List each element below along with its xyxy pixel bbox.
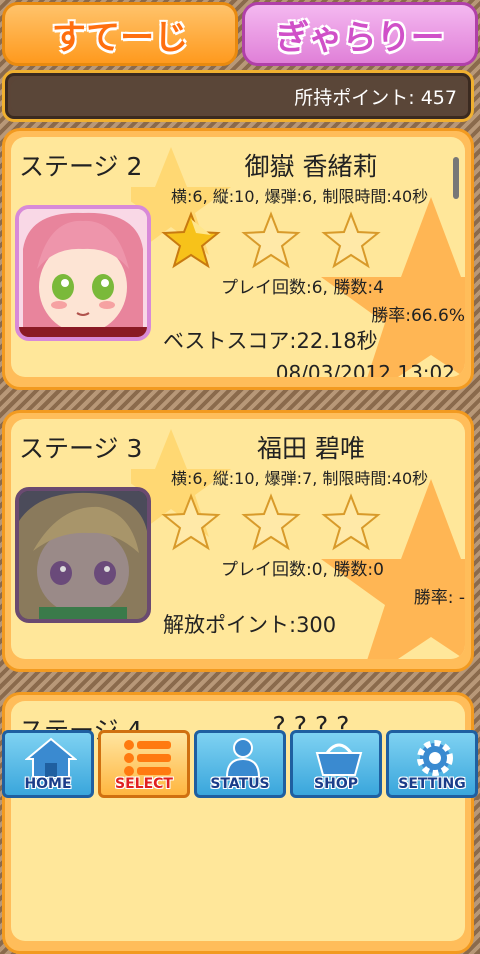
nav-select-label: SELECT <box>115 776 173 792</box>
star-filled-icon <box>161 211 221 269</box>
stage-card-2[interactable]: ステージ 2 御嶽 香緒莉 横:6, 縦:10, 爆弾:6, 制限時間:40秒 … <box>2 128 474 390</box>
star-empty-icon <box>161 493 221 551</box>
portrait-blonde-hair <box>19 491 147 619</box>
character-portrait-locked[interactable] <box>15 487 151 623</box>
nav-shop-label: SHOP <box>314 776 358 792</box>
nav-shop[interactable]: SHOP <box>290 730 382 798</box>
points-text: 所持ポイント: 457 <box>294 86 457 109</box>
tab-gallery[interactable]: ぎゃらりー <box>242 2 478 66</box>
win-rate: 勝率: - <box>413 588 465 608</box>
nav-setting[interactable]: SETTING <box>386 730 478 798</box>
list-icon <box>124 740 171 776</box>
star-empty-icon <box>241 493 301 551</box>
tab-stage[interactable]: すてーじ <box>2 2 238 66</box>
character-name: 御嶽 香緒莉 <box>244 152 378 181</box>
character-portrait[interactable] <box>15 205 151 341</box>
points-bar: 所持ポイント: 457 <box>2 70 474 122</box>
tab-gallery-label: ぎゃらりー <box>275 17 445 58</box>
stage-label: ステージ 3 <box>19 434 143 463</box>
portrait-pink-hair <box>19 209 147 337</box>
nav-select[interactable]: SELECT <box>98 730 190 798</box>
nav-home-label: HOME <box>24 776 72 792</box>
scrollbar[interactable] <box>453 157 459 199</box>
star-rating <box>161 211 461 271</box>
stage-label: ステージ 2 <box>19 152 143 181</box>
stage-rules: 横:6, 縦:10, 爆弾:7, 制限時間:40秒 <box>171 469 429 488</box>
nav-status[interactable]: STATUS <box>194 730 286 798</box>
gear-icon <box>417 740 453 776</box>
cart-icon <box>315 743 363 776</box>
home-icon <box>25 737 77 778</box>
win-rate: 勝率:66.6% <box>371 306 465 326</box>
person-icon <box>225 738 261 778</box>
play-count: プレイ回数:6, 勝数:4 <box>221 278 384 298</box>
character-name: 福田 碧唯 <box>257 434 365 463</box>
stage-card-3[interactable]: ステージ 3 福田 碧唯 横:6, 縦:10, 爆弾:7, 制限時間:40秒 プ… <box>2 410 474 672</box>
star-rating <box>161 493 461 553</box>
nav-status-label: STATUS <box>210 776 270 792</box>
star-empty-icon <box>321 211 381 269</box>
tab-stage-label: すてーじ <box>51 17 189 58</box>
bottom-nav: HOME SELECT STATUS SHOP SETTING <box>0 726 480 800</box>
unlock-points: 解放ポイント:300 <box>163 613 337 637</box>
nav-home[interactable]: HOME <box>2 730 94 798</box>
star-empty-icon <box>321 493 381 551</box>
nav-setting-label: SETTING <box>398 776 466 792</box>
top-tabs: すてーじ ぎゃらりー <box>0 0 480 70</box>
stage-rules: 横:6, 縦:10, 爆弾:6, 制限時間:40秒 <box>171 187 429 206</box>
star-empty-icon <box>241 211 301 269</box>
play-count: プレイ回数:0, 勝数:0 <box>221 560 384 580</box>
best-score-date: 08/03/2012 13:02 <box>275 361 455 377</box>
best-score: ベストスコア:22.18秒 <box>163 329 378 353</box>
